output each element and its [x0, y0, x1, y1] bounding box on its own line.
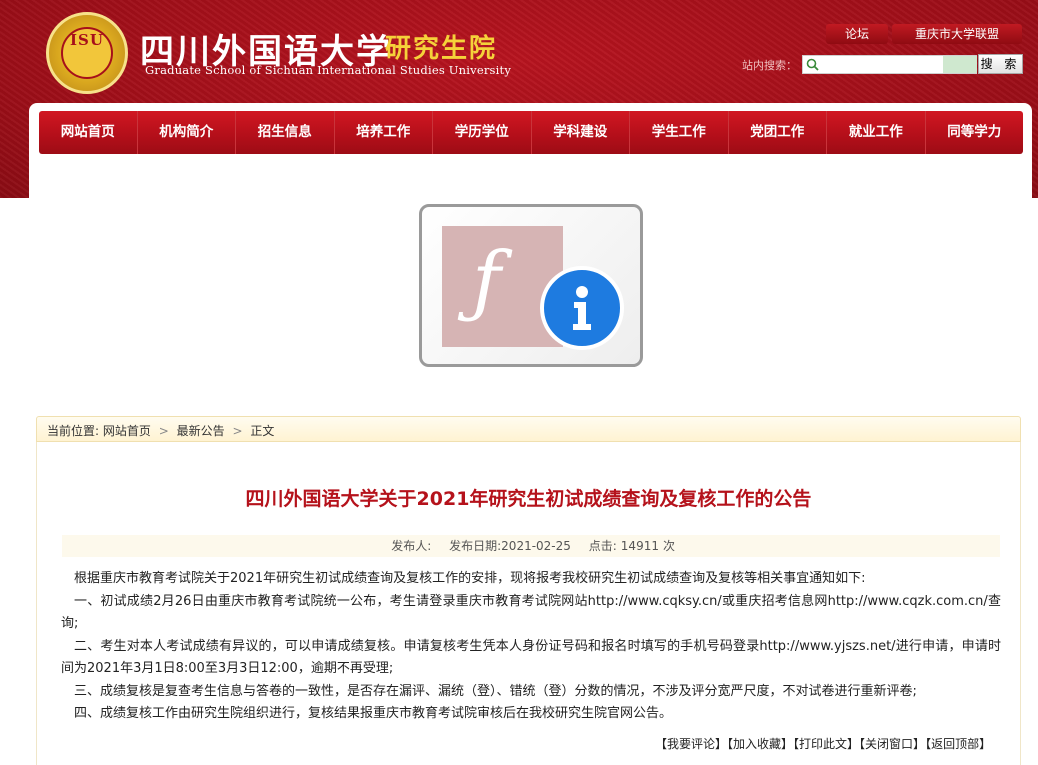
article-actions: 【我要评论】【加入收藏】【打印此文】【关闭窗口】【返回顶部】 — [655, 735, 991, 752]
flash-plugin-placeholder[interactable]: ƒ — [419, 204, 643, 367]
article-paragraph-4: 四、成绩复核工作由研究生院组织进行，复核结果报重庆市教育考试院审核后在我校研究生… — [74, 706, 673, 721]
back-to-top-link[interactable]: 【返回顶部】 — [925, 737, 991, 751]
breadcrumb: 当前位置: 网站首页 > 最新公告 > 正文 — [47, 422, 274, 439]
english-name: Graduate School of Sichuan International… — [145, 63, 512, 77]
search-label: 站内搜索： — [742, 59, 797, 72]
breadcrumb-announcements[interactable]: 最新公告 — [177, 424, 225, 438]
nav-admissions[interactable]: 招生信息 — [236, 111, 335, 154]
university-alliance-link[interactable]: 重庆市大学联盟 — [892, 24, 1022, 44]
main-nav: 网站首页 机构简介 招生信息 培养工作 学历学位 学科建设 学生工作 党团工作 … — [39, 111, 1023, 154]
search-button[interactable]: 搜 索 — [978, 54, 1023, 74]
flash-f-glyph: ƒ — [472, 236, 501, 326]
breadcrumb-home[interactable]: 网站首页 — [103, 424, 151, 438]
forum-link[interactable]: 论坛 — [826, 24, 888, 44]
info-icon — [540, 266, 624, 350]
breadcrumb-bar: 当前位置: 网站首页 > 最新公告 > 正文 — [36, 416, 1021, 442]
breadcrumb-prefix: 当前位置: — [47, 424, 100, 438]
article-meta: 发布人: 发布日期:2021-02-25 点击: 14911 次 — [62, 535, 1000, 557]
nav-degrees[interactable]: 学历学位 — [433, 111, 532, 154]
publish-date: 2021-02-25 — [501, 539, 571, 553]
article-paragraph-intro: 根据重庆市教育考试院关于2021年研究生初试成绩查询及复核工作的安排，现将报考我… — [74, 571, 866, 586]
nav-disciplines[interactable]: 学科建设 — [532, 111, 630, 154]
article-paragraph-1: 一、初试成绩2月26日由重庆市教育考试院统一公布，考生请登录重庆市教育考试院网站… — [61, 593, 1001, 632]
article-title: 四川外国语大学关于2021年研究生初试成绩查询及复核工作的公告 — [245, 488, 812, 510]
article-body: 根据重庆市教育考试院关于2021年研究生初试成绩查询及复核工作的安排，现将报考我… — [61, 568, 1001, 726]
breadcrumb-separator: > — [158, 424, 169, 438]
date-label: 发布日期: — [449, 539, 502, 553]
search-icon — [806, 58, 819, 71]
nav-party-league[interactable]: 党团工作 — [729, 111, 827, 154]
search-input-highlight — [943, 56, 977, 73]
bookmark-link[interactable]: 【加入收藏】 — [727, 737, 793, 751]
article-paragraph-2: 二、考生对本人考试成绩有异议的，可以申请成绩复核。申请复核考生凭本人身份证号码和… — [61, 638, 1001, 677]
top-links: 论坛 重庆市大学联盟 — [826, 24, 1022, 44]
views-count: 14911 — [620, 539, 659, 553]
views-label: 点击: — [588, 539, 617, 553]
nav-student-affairs[interactable]: 学生工作 — [630, 111, 729, 154]
breadcrumb-separator: > — [232, 424, 243, 438]
school-name: 研究生院 — [385, 34, 498, 64]
seal-mark: ISU — [70, 31, 104, 49]
nav-equivalent-study[interactable]: 同等学力 — [926, 111, 1024, 154]
university-seal-logo[interactable]: ISU — [46, 12, 128, 94]
print-link[interactable]: 【打印此文】 — [793, 737, 859, 751]
close-window-link[interactable]: 【关闭窗口】 — [859, 737, 925, 751]
search-input[interactable] — [802, 55, 977, 74]
breadcrumb-current: 正文 — [250, 424, 275, 438]
views-unit: 次 — [662, 539, 675, 553]
nav-employment[interactable]: 就业工作 — [827, 111, 926, 154]
nav-about[interactable]: 机构简介 — [138, 111, 236, 154]
nav-home[interactable]: 网站首页 — [39, 111, 138, 154]
author-label: 发布人: — [391, 539, 432, 553]
article-paragraph-3: 三、成绩复核是复查考生信息与答卷的一致性，是否存在漏评、漏统（登）、错统（登）分… — [74, 683, 917, 699]
nav-training[interactable]: 培养工作 — [335, 111, 433, 154]
comment-link[interactable]: 【我要评论】 — [655, 737, 727, 751]
